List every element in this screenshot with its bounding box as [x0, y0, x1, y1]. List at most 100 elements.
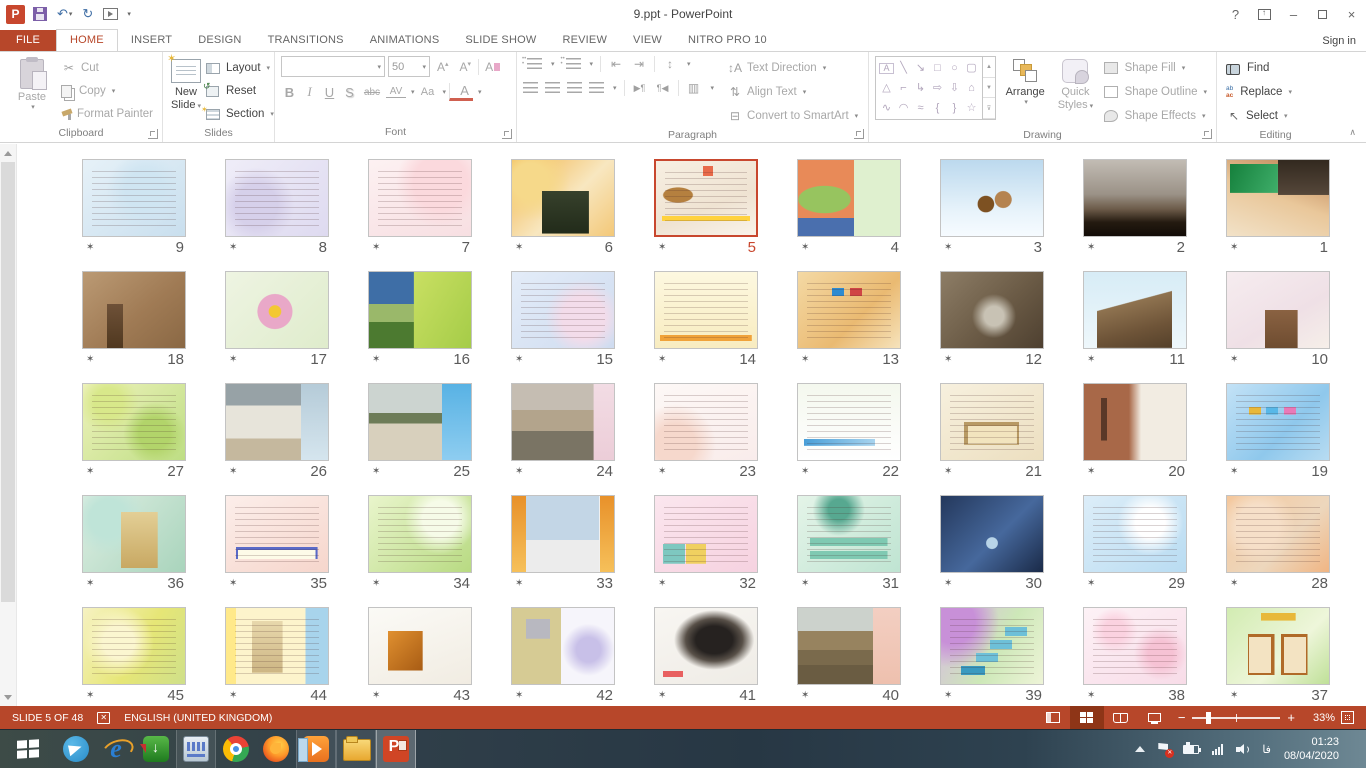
- animation-star-icon[interactable]: ✶: [86, 578, 94, 589]
- slide-thumbnail-20[interactable]: [1083, 383, 1187, 461]
- slide-thumbnail-9[interactable]: [82, 159, 186, 237]
- animation-star-icon[interactable]: ✶: [229, 466, 237, 477]
- animation-star-icon[interactable]: ✶: [944, 578, 952, 589]
- shape-glyph-15[interactable]: {: [936, 103, 940, 114]
- taskbar-app-player[interactable]: [296, 730, 336, 768]
- slide-thumbnail-30[interactable]: [940, 495, 1044, 573]
- language-indicator[interactable]: ENGLISH (UNITED KINGDOM): [124, 712, 272, 724]
- animation-star-icon[interactable]: ✶: [1230, 690, 1238, 701]
- slide-thumbnail-43[interactable]: [368, 607, 472, 685]
- animation-star-icon[interactable]: ✶: [1230, 466, 1238, 477]
- animation-star-icon[interactable]: ✶: [86, 690, 94, 701]
- quick-styles-button[interactable]: Quick Styles▾: [1050, 56, 1100, 114]
- slide-thumbnail-2[interactable]: [1083, 159, 1187, 237]
- animation-star-icon[interactable]: ✶: [229, 578, 237, 589]
- slide-thumbnail-28[interactable]: [1226, 495, 1330, 573]
- slide-sorter-view-button[interactable]: [1070, 706, 1104, 729]
- animation-star-icon[interactable]: ✶: [801, 690, 809, 701]
- slide-thumbnail-16[interactable]: [368, 271, 472, 349]
- grow-font-button[interactable]: A▴: [433, 59, 453, 75]
- new-slide-button[interactable]: New Slide▾: [169, 56, 203, 114]
- shape-glyph-2[interactable]: ↘: [916, 63, 925, 74]
- line-spacing-button[interactable]: ↕: [662, 57, 678, 72]
- slide-thumbnail-35[interactable]: [225, 495, 329, 573]
- shape-fill-button[interactable]: Shape Fill▾: [1101, 58, 1210, 78]
- volume-icon[interactable]: [1236, 744, 1249, 755]
- ribbon-display-options-button[interactable]: [1250, 0, 1279, 28]
- help-button[interactable]: ?: [1221, 0, 1250, 28]
- ltr-direction-button[interactable]: ▶¶: [632, 81, 648, 96]
- shape-effects-button[interactable]: Shape Effects▾: [1101, 106, 1210, 126]
- animation-star-icon[interactable]: ✶: [944, 466, 952, 477]
- slide-thumbnail-11[interactable]: [1083, 271, 1187, 349]
- align-left-button[interactable]: [523, 82, 538, 94]
- numbering-button[interactable]: [566, 58, 581, 70]
- shape-glyph-5[interactable]: ▢: [966, 63, 976, 74]
- taskbar-app-firefox[interactable]: [256, 730, 296, 768]
- slideshow-view-button[interactable]: [1138, 706, 1172, 729]
- zoom-percentage[interactable]: 33%: [1301, 712, 1335, 724]
- slide-thumbnail-33[interactable]: [511, 495, 615, 573]
- find-button[interactable]: Find: [1223, 58, 1295, 78]
- font-size-combo[interactable]: 50▾: [388, 56, 430, 77]
- clipboard-dialog-launcher[interactable]: [148, 129, 158, 139]
- select-button[interactable]: ↖Select▾: [1223, 106, 1295, 126]
- justify-button[interactable]: [589, 82, 604, 94]
- tab-slide-show[interactable]: SLIDE SHOW: [452, 30, 549, 51]
- zoom-in-button[interactable]: +: [1287, 711, 1295, 724]
- slide-thumbnail-25[interactable]: [368, 383, 472, 461]
- font-name-combo[interactable]: ▾: [281, 56, 385, 77]
- taskbar-app-ppt[interactable]: [376, 730, 416, 768]
- shapes-gallery-scroll[interactable]: ▲▼⊽: [982, 57, 995, 119]
- slide-thumbnail-38[interactable]: [1083, 607, 1187, 685]
- zoom-slider-handle[interactable]: [1206, 712, 1211, 724]
- tab-file[interactable]: FILE: [0, 30, 56, 51]
- animation-star-icon[interactable]: ✶: [658, 690, 666, 701]
- shape-glyph-16[interactable]: }: [953, 103, 957, 114]
- show-hidden-icons-button[interactable]: [1135, 746, 1145, 752]
- scroll-down-button[interactable]: [0, 689, 16, 705]
- taskbar-app-idm[interactable]: [136, 730, 176, 768]
- cut-button[interactable]: ✂Cut: [58, 58, 156, 78]
- align-right-button[interactable]: [567, 82, 582, 94]
- animation-star-icon[interactable]: ✶: [801, 578, 809, 589]
- shape-glyph-7[interactable]: ⌐: [900, 83, 906, 94]
- section-button[interactable]: Section▾: [203, 104, 277, 124]
- scroll-up-button[interactable]: [0, 145, 16, 161]
- animation-star-icon[interactable]: ✶: [944, 354, 952, 365]
- strikethrough-button[interactable]: abc: [361, 87, 383, 98]
- customize-qat-button[interactable]: ▾: [127, 10, 131, 18]
- close-button[interactable]: ×: [1337, 0, 1366, 28]
- zoom-slider[interactable]: [1192, 717, 1280, 719]
- normal-view-button[interactable]: [1036, 706, 1070, 729]
- tab-design[interactable]: DESIGN: [185, 30, 254, 51]
- slide-thumbnail-7[interactable]: [368, 159, 472, 237]
- reset-button[interactable]: Reset: [203, 81, 277, 101]
- animation-star-icon[interactable]: ✶: [515, 354, 523, 365]
- animation-star-icon[interactable]: ✶: [658, 466, 666, 477]
- animation-star-icon[interactable]: ✶: [1087, 354, 1095, 365]
- animation-star-icon[interactable]: ✶: [1087, 690, 1095, 701]
- underline-button[interactable]: U: [321, 85, 338, 100]
- slide-thumbnail-17[interactable]: [225, 271, 329, 349]
- animation-star-icon[interactable]: ✶: [658, 242, 666, 253]
- font-color-button[interactable]: A: [449, 83, 473, 101]
- animation-star-icon[interactable]: ✶: [372, 354, 380, 365]
- animation-star-icon[interactable]: ✶: [515, 578, 523, 589]
- shape-glyph-14[interactable]: ≈: [917, 103, 923, 114]
- shapes-gallery[interactable]: A╲↘□○▢△⌐↳⇨⇩⌂∿◠≈{}☆ ▲▼⊽: [875, 56, 996, 120]
- shape-glyph-6[interactable]: △: [882, 83, 890, 94]
- taskbar-app-telegram[interactable]: [56, 730, 96, 768]
- animation-star-icon[interactable]: ✶: [944, 242, 952, 253]
- shape-glyph-1[interactable]: ╲: [900, 63, 907, 74]
- slide-thumbnail-39[interactable]: [940, 607, 1044, 685]
- slide-thumbnail-26[interactable]: [225, 383, 329, 461]
- tab-home[interactable]: HOME: [56, 29, 118, 51]
- tab-animations[interactable]: ANIMATIONS: [357, 30, 453, 51]
- slide-thumbnail-32[interactable]: [654, 495, 758, 573]
- fit-slide-to-window-button[interactable]: [1341, 711, 1354, 724]
- network-signal-icon[interactable]: [1212, 744, 1223, 755]
- animation-star-icon[interactable]: ✶: [1230, 354, 1238, 365]
- restore-button[interactable]: [1308, 0, 1337, 28]
- zoom-out-button[interactable]: −: [1178, 711, 1186, 724]
